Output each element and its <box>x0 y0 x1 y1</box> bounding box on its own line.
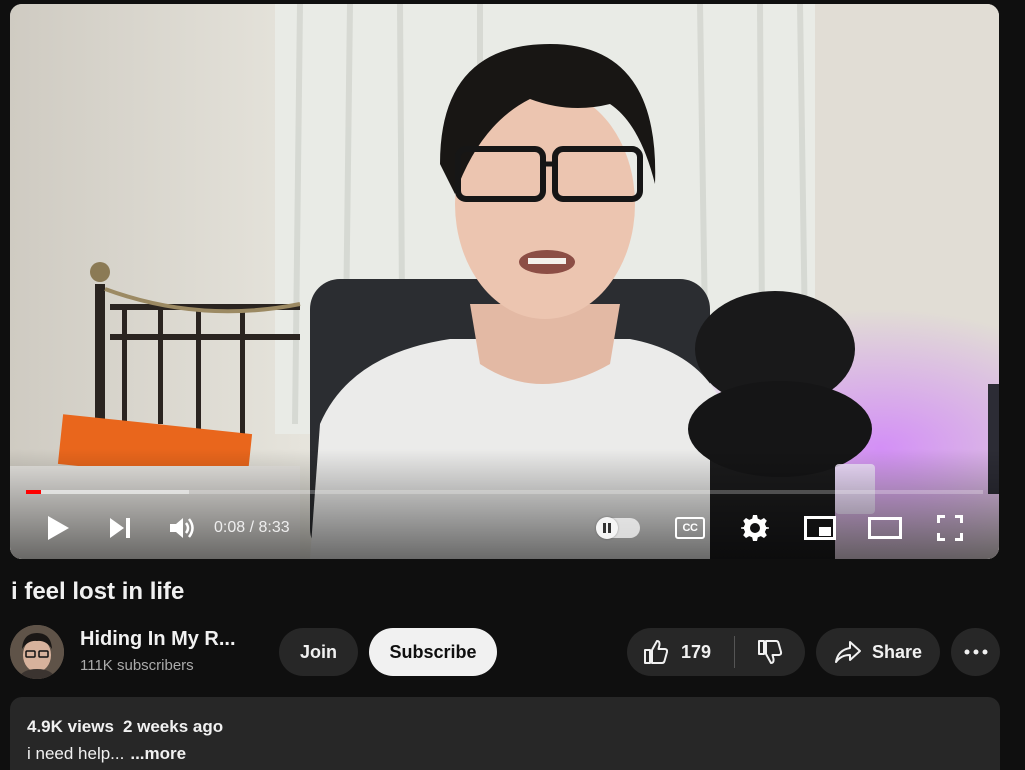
upload-age: 2 weeks ago <box>122 717 224 736</box>
channel-name[interactable]: Hiding In My R... <box>80 628 236 651</box>
avatar-image <box>10 625 64 679</box>
cc-icon: CC <box>675 517 705 539</box>
fullscreen-icon <box>937 515 963 541</box>
autoplay-toggle[interactable] <box>596 517 640 539</box>
dislike-button[interactable] <box>735 628 805 676</box>
video-player[interactable]: 0:08 / 8:33 CC <box>10 4 999 559</box>
subscriber-count: 111K subscribers <box>80 657 194 674</box>
duration: 8:33 <box>258 519 290 536</box>
like-count: 179 <box>681 641 712 662</box>
watch-page: 0:08 / 8:33 CC i feel lost in life Hidin… <box>0 0 1025 770</box>
video-title: i feel lost in life <box>11 578 185 605</box>
progress-played <box>26 490 42 494</box>
description-box[interactable]: 4.9K views 2 weeks ago i need help... ...m… <box>10 697 1000 770</box>
autoplay-knob <box>596 517 618 539</box>
thumbs-down-icon <box>758 640 783 664</box>
pause-icon <box>603 523 611 533</box>
skip-next-icon <box>110 518 130 538</box>
time-separator: / <box>245 519 259 536</box>
progress-buffered <box>26 490 189 494</box>
next-button[interactable] <box>96 504 144 552</box>
description-text: i need help... <box>27 744 125 763</box>
more-actions-button[interactable] <box>951 628 1000 676</box>
description-snippet: i need help... ...more <box>27 744 186 764</box>
thumbs-up-icon <box>644 640 669 664</box>
settings-button[interactable] <box>731 504 779 552</box>
miniplayer-button[interactable] <box>796 504 844 552</box>
miniplayer-icon <box>804 516 836 540</box>
like-button[interactable]: 179 <box>627 628 734 676</box>
share-label: Share <box>871 641 923 662</box>
channel-avatar[interactable] <box>10 625 64 679</box>
show-more-link[interactable]: ...more <box>130 744 186 763</box>
description-meta: 4.9K views 2 weeks ago <box>27 717 223 737</box>
play-icon <box>48 516 69 540</box>
share-button[interactable]: Share <box>816 628 940 676</box>
view-count: 4.9K views <box>27 717 114 736</box>
subscribe-button[interactable]: Subscribe <box>369 628 497 676</box>
captions-button[interactable]: CC <box>666 504 714 552</box>
time-display: 0:08 / 8:33 <box>214 519 290 537</box>
join-button[interactable]: Join <box>279 628 358 676</box>
play-button[interactable] <box>34 504 82 552</box>
more-dots-icon <box>964 649 987 655</box>
progress-bar[interactable] <box>26 490 983 494</box>
fullscreen-button[interactable] <box>926 504 974 552</box>
volume-button[interactable] <box>158 504 206 552</box>
current-time: 0:08 <box>214 519 246 536</box>
theater-mode-icon <box>868 517 902 539</box>
share-arrow-icon <box>834 641 861 663</box>
volume-icon <box>170 518 194 538</box>
gear-icon <box>741 515 769 541</box>
like-dislike-group: 179 <box>627 628 805 676</box>
theater-mode-button[interactable] <box>861 504 909 552</box>
player-controls: 0:08 / 8:33 CC <box>10 504 999 552</box>
